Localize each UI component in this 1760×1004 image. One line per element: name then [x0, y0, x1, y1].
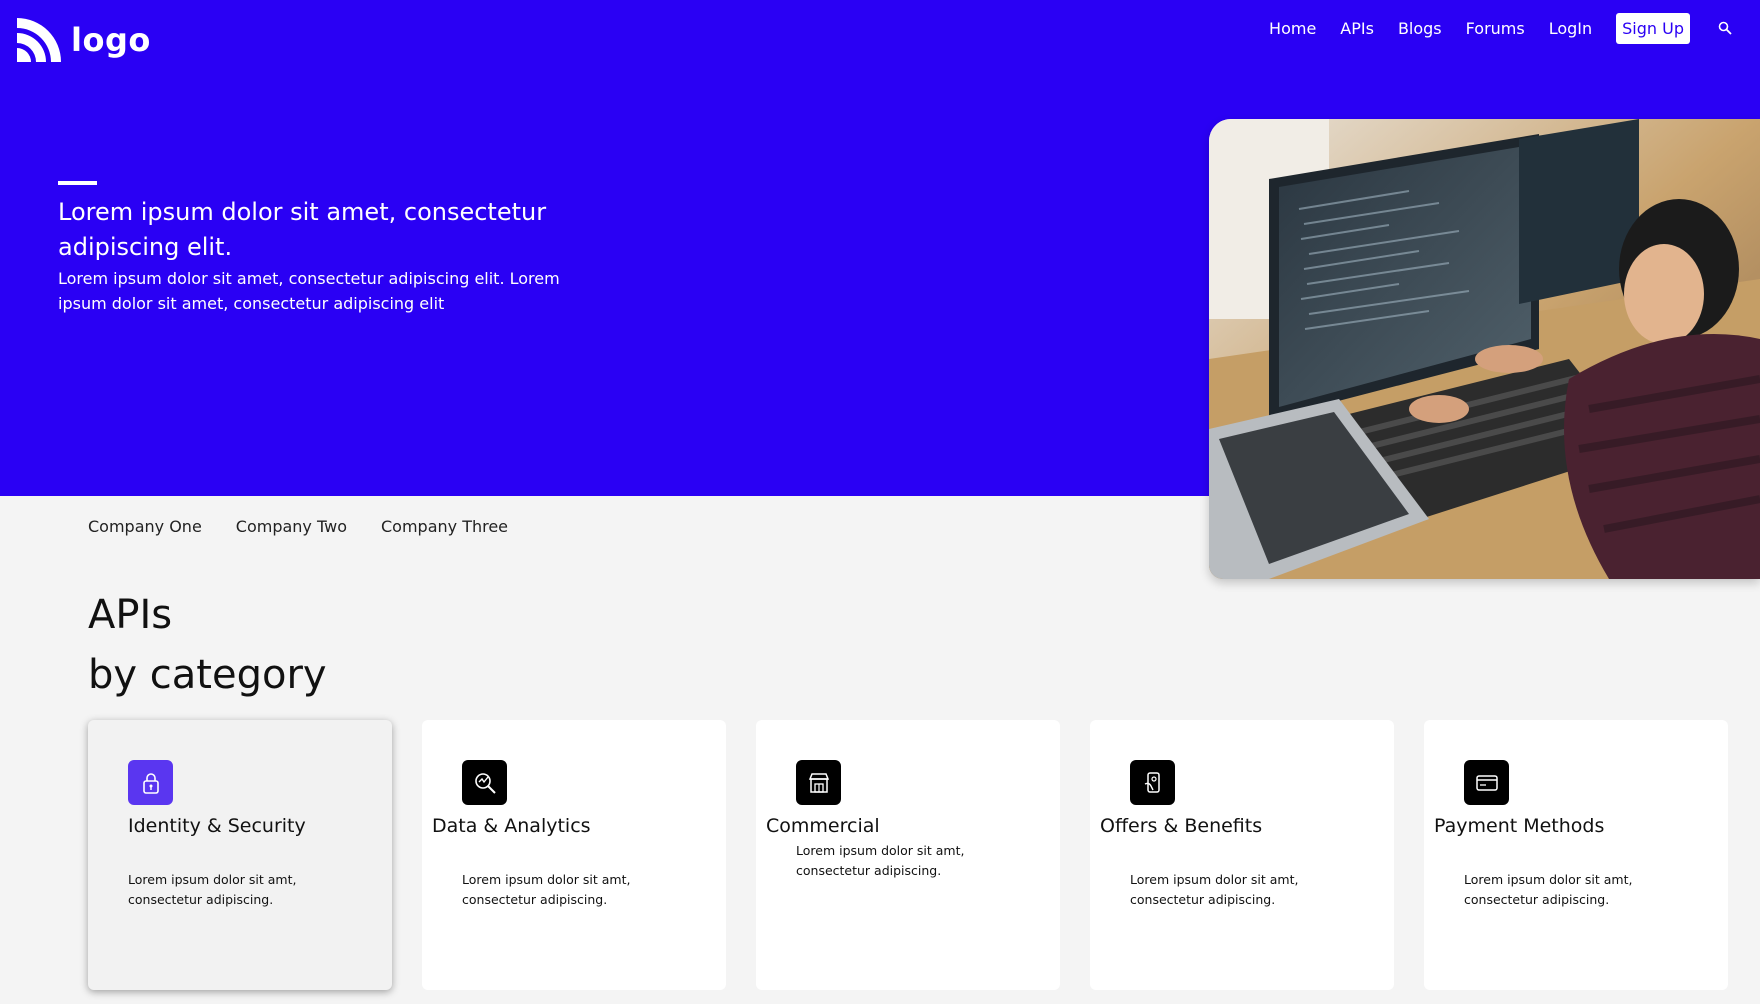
section-title-line1: APIs — [88, 592, 173, 638]
category-description: Lorem ipsum dolor sit amt, consectetur a… — [796, 843, 965, 878]
logo-text: logo — [71, 21, 151, 59]
logo[interactable]: logo — [17, 18, 151, 62]
nav-login[interactable]: LogIn — [1549, 19, 1592, 38]
nav-apis[interactable]: APIs — [1340, 19, 1374, 38]
category-description: Lorem ipsum dolor sit amt, consectetur a… — [1130, 872, 1299, 907]
logo-mark-icon — [17, 18, 61, 62]
hero-title: Lorem ipsum dolor sit amet, consectetur … — [58, 198, 547, 261]
nav-blogs[interactable]: Blogs — [1398, 19, 1442, 38]
lock-icon — [128, 760, 173, 805]
category-title: Commercial — [766, 815, 880, 837]
nav-forums[interactable]: Forums — [1466, 19, 1525, 38]
category-title: Offers & Benefits — [1100, 815, 1263, 837]
hero-photo — [1209, 119, 1760, 579]
category-cards: Identity & Security Lorem ipsum dolor si… — [88, 720, 1728, 990]
category-card-identity-security[interactable]: Identity & Security Lorem ipsum dolor si… — [88, 720, 392, 990]
category-card-data-analytics[interactable]: Data & Analytics Lorem ipsum dolor sit a… — [422, 720, 726, 990]
category-title: Identity & Security — [128, 815, 306, 837]
category-description: Lorem ipsum dolor sit amt, consectetur a… — [128, 872, 297, 907]
company-filter-tabs: Company One Company Two Company Three — [88, 517, 508, 536]
category-card-commercial[interactable]: Commercial Lorem ipsum dolor sit amt, co… — [756, 720, 1060, 990]
storefront-icon — [796, 760, 841, 805]
company-tab-two[interactable]: Company Two — [236, 517, 347, 536]
category-card-payment-methods[interactable]: Payment Methods Lorem ipsum dolor sit am… — [1424, 720, 1728, 990]
search-icon[interactable] — [1718, 21, 1732, 35]
nav-home[interactable]: Home — [1269, 19, 1316, 38]
category-title: Payment Methods — [1434, 815, 1605, 837]
company-tab-three[interactable]: Company Three — [381, 517, 508, 536]
top-nav: Home APIs Blogs Forums LogIn Sign Up — [1269, 12, 1732, 44]
company-tab-one[interactable]: Company One — [88, 517, 202, 536]
hero-subtitle: Lorem ipsum dolor sit amet, consectetur … — [58, 269, 560, 313]
category-description: Lorem ipsum dolor sit amt, consectetur a… — [1464, 872, 1633, 907]
category-title: Data & Analytics — [432, 815, 591, 837]
section-title-line2: by category — [88, 652, 327, 698]
hero-accent-rule — [58, 181, 97, 185]
mobile-offer-icon — [1130, 760, 1175, 805]
analytics-search-icon — [462, 760, 507, 805]
developer-photo-illustration — [1209, 119, 1760, 579]
section-title: APIs by category — [88, 585, 327, 705]
credit-card-icon — [1464, 760, 1509, 805]
category-card-offers-benefits[interactable]: Offers & Benefits Lorem ipsum dolor sit … — [1090, 720, 1394, 990]
signup-button[interactable]: Sign Up — [1616, 12, 1690, 44]
category-description: Lorem ipsum dolor sit amt, consectetur a… — [462, 872, 631, 907]
